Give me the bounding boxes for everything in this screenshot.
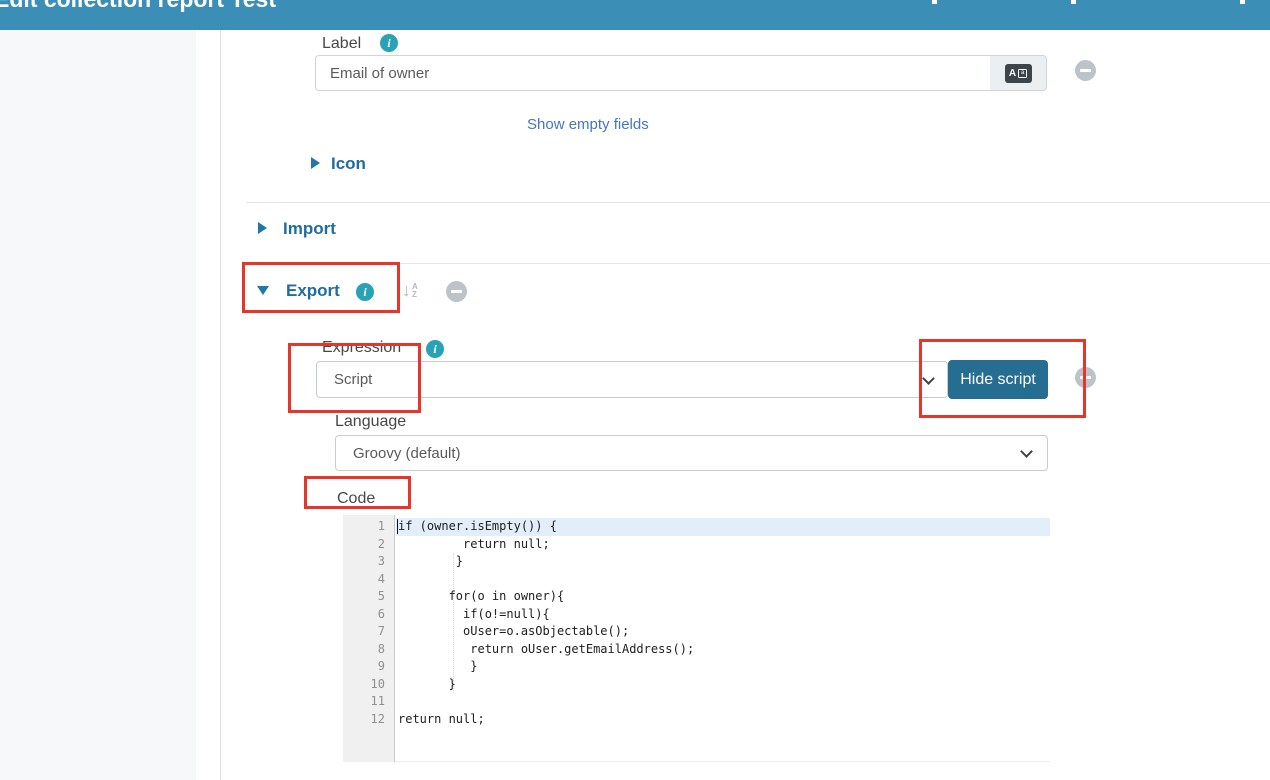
label-info-icon[interactable]: i (380, 34, 398, 52)
annotation-highlight-code (304, 476, 411, 509)
label-input[interactable] (315, 55, 991, 91)
code-line: } (396, 553, 1050, 571)
show-empty-fields-link[interactable]: Show empty fields (527, 116, 649, 133)
remove-label-button[interactable] (1075, 60, 1096, 81)
language-label: Language (335, 413, 406, 431)
header-menu-icon[interactable] (1071, 0, 1076, 4)
translate-button[interactable]: Aa (990, 55, 1047, 91)
code-line: return null; (396, 536, 1050, 554)
import-section-collapse-icon[interactable] (258, 222, 267, 234)
language-selected-value: Groovy (default) (353, 445, 461, 462)
app-header: Edit collection report Test (0, 0, 1270, 30)
annotation-highlight-hide-script (919, 339, 1086, 418)
code-line: for(o in owner){ (396, 588, 1050, 606)
code-line: return oUser.getEmailAddress(); (396, 641, 1050, 659)
left-sidebar (0, 30, 196, 780)
translate-icon: Aa (1005, 64, 1032, 83)
label-field-label: Label (322, 35, 361, 53)
code-line: if(o!=null){ (396, 606, 1050, 624)
code-line: } (396, 676, 1050, 694)
sort-alpha-icon[interactable]: ↓AZ (402, 280, 418, 301)
annotation-highlight-export (242, 262, 400, 313)
divider (246, 202, 1270, 203)
code-editor-text-area[interactable]: if (owner.isEmpty()) { return null; } fo… (396, 515, 1050, 762)
language-select[interactable]: Groovy (default) (335, 435, 1048, 471)
page: Edit collection report Test Label i Aa S… (0, 0, 1270, 780)
remove-export-button[interactable] (446, 281, 467, 302)
expression-info-icon[interactable]: i (426, 340, 444, 358)
section-icon[interactable]: Icon (331, 154, 366, 174)
code-line: oUser=o.asObjectable(); (396, 623, 1050, 641)
content-divider (220, 30, 221, 780)
text-cursor (397, 519, 398, 534)
section-import[interactable]: Import (283, 219, 336, 239)
code-line (396, 693, 1050, 711)
code-line: return null; (396, 711, 1050, 729)
annotation-highlight-expression (288, 343, 421, 413)
page-title: Edit collection report Test (0, 0, 276, 13)
code-line (396, 571, 1050, 589)
code-line-active: if (owner.isEmpty()) { (396, 518, 1050, 536)
code-editor[interactable]: 1 2 3 4 5 6 7 8 9 10 11 12 if (owner.isE… (343, 515, 1050, 762)
chevron-down-icon (1020, 445, 1033, 458)
code-line: } (396, 658, 1050, 676)
header-menu-icon[interactable] (1240, 0, 1245, 4)
header-menu-icon[interactable] (932, 0, 937, 4)
code-editor-gutter: 1 2 3 4 5 6 7 8 9 10 11 12 (343, 515, 395, 762)
icon-section-collapse-icon[interactable] (311, 157, 320, 169)
